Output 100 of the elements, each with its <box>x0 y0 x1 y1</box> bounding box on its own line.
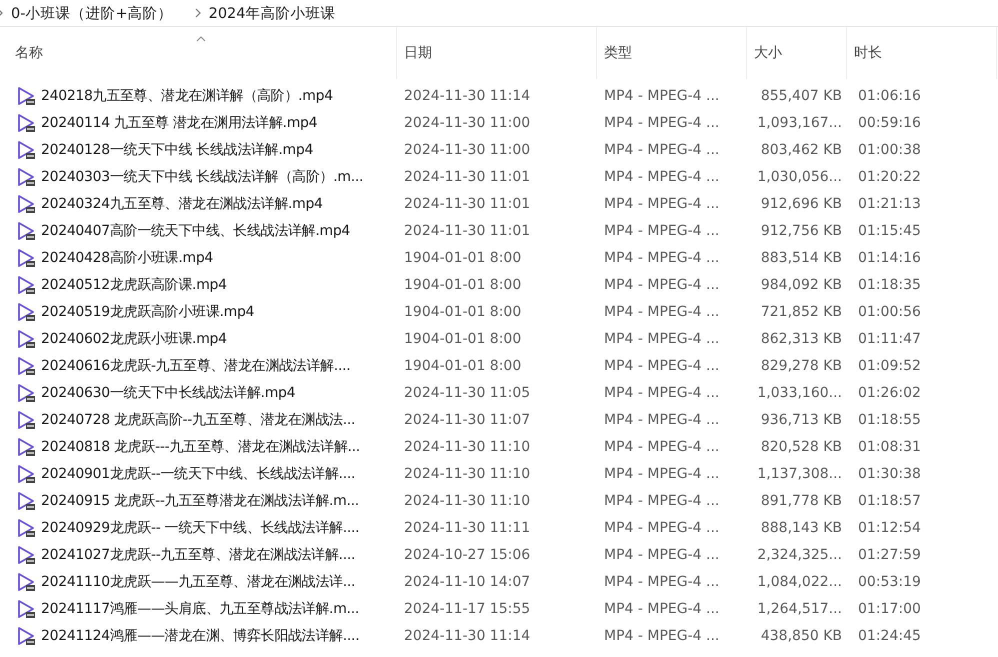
type-cell: MP4 - MPEG-4 ... <box>604 628 720 644</box>
size-cell: 891,778 KB <box>760 492 842 508</box>
size-cell: 984,092 KB <box>760 276 842 292</box>
column-header[interactable]: 大小 <box>747 27 847 79</box>
file-name[interactable]: 20240818 龙虎跃---九五至尊、潜龙在渊战法详解... <box>41 438 360 456</box>
duration-cell: 01:15:45 <box>858 222 921 238</box>
date-cell: 2024-11-30 11:05 <box>404 384 530 400</box>
video-file-icon <box>16 382 36 402</box>
file-name[interactable]: 20240616龙虎跃-九五至尊、潜龙在渊战法详解.... <box>41 356 350 374</box>
type-cell: MP4 - MPEG-4 ... <box>604 600 720 616</box>
type-cell: MP4 - MPEG-4 ... <box>604 358 720 374</box>
date-cell: 2024-11-30 11:01 <box>404 222 530 238</box>
breadcrumb-item[interactable]: 2024年高阶小班课 <box>208 4 336 22</box>
video-file-icon <box>16 598 36 618</box>
duration-cell: 01:18:55 <box>858 412 921 428</box>
duration-cell: 01:00:38 <box>858 142 921 158</box>
date-cell: 2024-11-17 15:55 <box>404 600 530 616</box>
type-cell: MP4 - MPEG-4 ... <box>604 492 720 508</box>
file-name[interactable]: 20240915 龙虎跃--九五至尊潜龙在渊战法详解.m... <box>41 492 359 510</box>
duration-cell: 01:24:45 <box>858 628 921 644</box>
video-file-icon <box>16 112 36 132</box>
size-cell: 1,084,022... <box>757 574 842 590</box>
duration-cell: 01:20:22 <box>858 168 921 184</box>
file-name[interactable]: 20240929龙虎跃-- 一统天下中线、长线战法详解.... <box>41 518 360 536</box>
size-cell: 721,852 KB <box>760 304 842 320</box>
type-cell: MP4 - MPEG-4 ... <box>604 88 720 104</box>
date-cell: 2024-11-30 11:07 <box>404 412 530 428</box>
video-file-icon <box>16 518 36 538</box>
breadcrumb-item[interactable]: 0-小班课（进阶+高阶） <box>11 4 173 22</box>
duration-cell: 01:26:02 <box>858 384 921 400</box>
column-header[interactable]: 名称 <box>0 27 397 79</box>
duration-cell: 01:27:59 <box>858 546 921 562</box>
file-name[interactable]: 20240407高阶一统天下中线、长线战法详解.mp4 <box>41 222 350 240</box>
file-name[interactable]: 20241117鸿雁——头肩底、九五至尊战法详解.m... <box>41 600 359 618</box>
size-cell: 438,850 KB <box>760 628 842 644</box>
type-cell: MP4 - MPEG-4 ... <box>604 168 720 184</box>
file-name[interactable]: 20240519龙虎跃高阶小班课.mp4 <box>41 302 254 320</box>
date-cell: 1904-01-01 8:00 <box>404 276 522 292</box>
date-cell: 2024-11-30 11:01 <box>404 196 530 212</box>
column-header[interactable]: 日期 <box>397 27 597 79</box>
size-cell: 820,528 KB <box>760 438 842 454</box>
duration-cell: 00:59:16 <box>858 114 921 130</box>
date-cell: 1904-01-01 8:00 <box>404 304 522 320</box>
video-file-icon <box>16 328 36 348</box>
size-cell: 2,324,325... <box>757 546 842 562</box>
column-header[interactable]: 时长 <box>847 27 997 79</box>
duration-cell: 01:06:16 <box>858 88 921 104</box>
file-name[interactable]: 20240630一统天下中长线战法详解.mp4 <box>41 384 296 402</box>
date-cell: 2024-11-30 11:00 <box>404 114 530 130</box>
file-name[interactable]: 20240512龙虎跃高阶课.mp4 <box>41 276 227 294</box>
duration-cell: 01:08:31 <box>858 438 921 454</box>
type-cell: MP4 - MPEG-4 ... <box>604 114 720 130</box>
file-name[interactable]: 20240114 九五至尊 潜龙在渊用法详解.mp4 <box>41 114 318 132</box>
video-file-icon <box>16 572 36 592</box>
video-file-icon <box>16 436 36 456</box>
video-file-icon <box>16 86 36 106</box>
duration-cell: 01:17:00 <box>858 600 921 616</box>
size-cell: 888,143 KB <box>760 520 842 536</box>
video-file-icon <box>16 274 36 294</box>
type-cell: MP4 - MPEG-4 ... <box>604 384 720 400</box>
file-name[interactable]: 20241124鸿雁——潜龙在渊、博弈长阳战法详解.... <box>41 626 360 644</box>
column-header[interactable]: 类型 <box>597 27 747 79</box>
duration-cell: 01:30:38 <box>858 466 921 482</box>
date-cell: 2024-11-30 11:10 <box>404 466 530 482</box>
date-cell: 2024-11-30 11:14 <box>404 88 530 104</box>
size-cell: 855,407 KB <box>760 88 842 104</box>
size-cell: 912,696 KB <box>760 196 842 212</box>
duration-cell: 01:18:35 <box>858 276 921 292</box>
type-cell: MP4 - MPEG-4 ... <box>604 520 720 536</box>
video-file-icon <box>16 464 36 484</box>
file-name[interactable]: 20240602龙虎跃小班课.mp4 <box>41 330 227 348</box>
file-name[interactable]: 20240428高阶小班课.mp4 <box>41 248 214 266</box>
duration-cell: 01:00:56 <box>858 304 921 320</box>
file-name[interactable]: 240218九五至尊、潜龙在渊详解（高阶）.mp4 <box>41 86 333 104</box>
duration-cell: 01:14:16 <box>858 250 921 266</box>
video-file-icon <box>16 626 36 646</box>
size-cell: 1,033,160... <box>757 384 842 400</box>
chevron-right-icon[interactable] <box>194 8 201 18</box>
file-name[interactable]: 20241110龙虎跃——九五至尊、潜龙在渊战法详... <box>41 572 356 590</box>
type-cell: MP4 - MPEG-4 ... <box>604 196 720 212</box>
file-name[interactable]: 20240324九五至尊、潜龙在渊战法详解.mp4 <box>41 194 323 212</box>
file-name[interactable]: 20240303一统天下中线 长线战法详解（高阶）.m... <box>41 168 364 186</box>
file-name[interactable]: 20240728 龙虎跃高阶--九五至尊、潜龙在渊战法... <box>41 410 356 428</box>
size-cell: 1,264,517... <box>757 600 842 616</box>
duration-cell: 01:18:57 <box>858 492 921 508</box>
duration-cell: 00:53:19 <box>858 574 921 590</box>
date-cell: 1904-01-01 8:00 <box>404 250 522 266</box>
file-name[interactable]: 20241027龙虎跃--九五至尊、潜龙在渊战法详解.... <box>41 546 356 564</box>
duration-cell: 01:12:54 <box>858 520 921 536</box>
date-cell: 2024-11-30 11:11 <box>404 520 530 536</box>
size-cell: 1,137,308... <box>757 466 842 482</box>
video-file-icon <box>16 410 36 430</box>
date-cell: 1904-01-01 8:00 <box>404 358 522 374</box>
file-name[interactable]: 20240128一统天下中线 长线战法详解.mp4 <box>41 140 314 158</box>
video-file-icon <box>16 140 36 160</box>
file-name[interactable]: 20240901龙虎跃--一统天下中线、长线战法详解.... <box>41 464 356 482</box>
video-file-icon <box>16 220 36 240</box>
video-file-icon <box>16 194 36 214</box>
size-cell: 883,514 KB <box>760 250 842 266</box>
type-cell: MP4 - MPEG-4 ... <box>604 438 720 454</box>
